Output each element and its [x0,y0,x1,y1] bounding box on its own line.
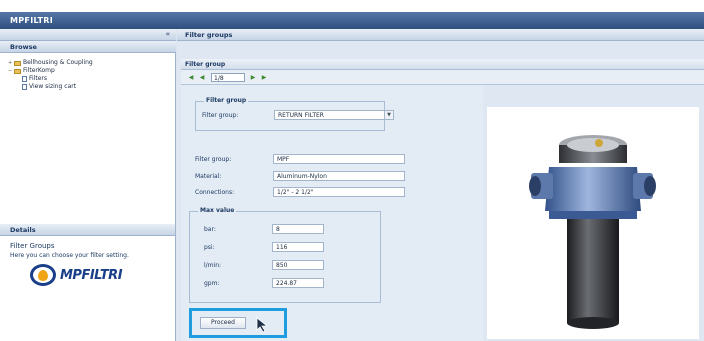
chevron-down-icon[interactable]: ▼ [384,111,393,119]
pager-toolbar: ◀ ◀ 1/8 ▶ ▶ [181,70,704,85]
folder-open-icon [14,68,21,74]
prev-page-icon[interactable]: ◀ [198,73,206,81]
max-label: gpm: [204,280,220,287]
return-filter-illustration [529,135,656,329]
tree-item-bellhousing[interactable]: + Bellhousing & Coupling [8,59,93,67]
page-top-strip [0,0,704,12]
logo-text: MPFILTRI [60,267,123,283]
left-top-bar: « [0,29,176,41]
filter-group-legend: Filter group [204,97,249,104]
proceed-highlight: Proceed [189,308,287,338]
max-label: psi: [204,244,215,251]
tree-item-view-sizing-cart[interactable]: View sizing cart [8,83,93,91]
material-field[interactable]: Aluminum-Nylon [273,171,405,181]
bar-field[interactable]: 8 [272,224,324,234]
max-value-fieldset: Max value bar: 8 psi: 116 l/min: 850 gpm… [189,207,381,303]
field-label: Material: [195,173,222,180]
left-column: « Browse + Bellhousing & Coupling − Filt… [0,29,176,341]
filter-group-field[interactable]: MPF [273,154,405,164]
filter-group-select-value: RETURN FILTER [278,112,324,119]
mouse-cursor-icon [256,317,269,333]
details-panel: Details Filter Groups Here you can choos… [0,224,176,341]
browse-heading: Browse [0,41,176,53]
form-area: Filter group Filter group: RETURN FILTER… [181,85,483,341]
filter-product-image [487,107,699,339]
max-value-legend: Max value [198,207,237,214]
main-panel: Filter groups Filter group ◀ ◀ 1/8 ▶ ▶ F… [177,29,704,341]
field-label: Filter group: [195,156,232,163]
page-icon [22,84,27,90]
details-text: Here you can choose your filter setting. [10,252,129,259]
app-window: MPFILTRI « Browse + Bellhousing & Coupli… [0,12,704,341]
gpm-field[interactable]: 224.87 [272,278,324,288]
logo-drop-icon [38,270,48,281]
browse-tree: + Bellhousing & Coupling − FilterKomp Fi… [8,59,93,91]
browse-panel: Browse + Bellhousing & Coupling − Filter… [0,41,176,224]
lmin-field[interactable]: 850 [272,260,324,270]
tree-item-filters[interactable]: Filters [8,75,93,83]
psi-field[interactable]: 116 [272,242,324,252]
filter-group-fieldset: Filter group Filter group: RETURN FILTER… [195,97,394,131]
folder-icon [14,60,21,66]
filter-group-select-label: Filter group: [202,112,239,119]
details-title: Filter Groups [10,242,55,250]
next-page-icon[interactable]: ▶ [249,73,257,81]
max-label: bar: [204,226,216,233]
filter-group-header: Filter group [181,59,704,70]
field-label: Connections: [195,189,235,196]
page-input[interactable]: 1/8 [211,72,245,82]
tree-item-label: FilterKomp [23,67,55,74]
tree-item-label: Filters [29,75,47,82]
last-page-icon[interactable]: ▶ [260,73,268,81]
page-icon [22,76,27,82]
filter-group-select[interactable]: RETURN FILTER ▼ [274,110,394,120]
proceed-button[interactable]: Proceed [200,317,246,329]
main-heading: Filter groups [177,29,704,41]
mpfiltri-logo: MPFILTRI [30,264,123,286]
logo-ring-icon [30,264,56,286]
tree-item-label: View sizing cart [29,83,77,90]
connections-field[interactable]: 1/2" - 2 1/2" [273,187,405,197]
expand-icon[interactable]: + [8,59,13,67]
details-heading: Details [0,224,175,236]
tree-item-label: Bellhousing & Coupling [23,59,93,66]
first-page-icon[interactable]: ◀ [187,73,195,81]
max-label: l/min: [204,262,222,269]
collapse-icon[interactable]: − [8,67,13,75]
app-title: MPFILTRI [0,12,704,29]
tree-item-filterkomp[interactable]: − FilterKomp [8,67,93,75]
collapse-panel-button[interactable]: « [165,30,170,38]
